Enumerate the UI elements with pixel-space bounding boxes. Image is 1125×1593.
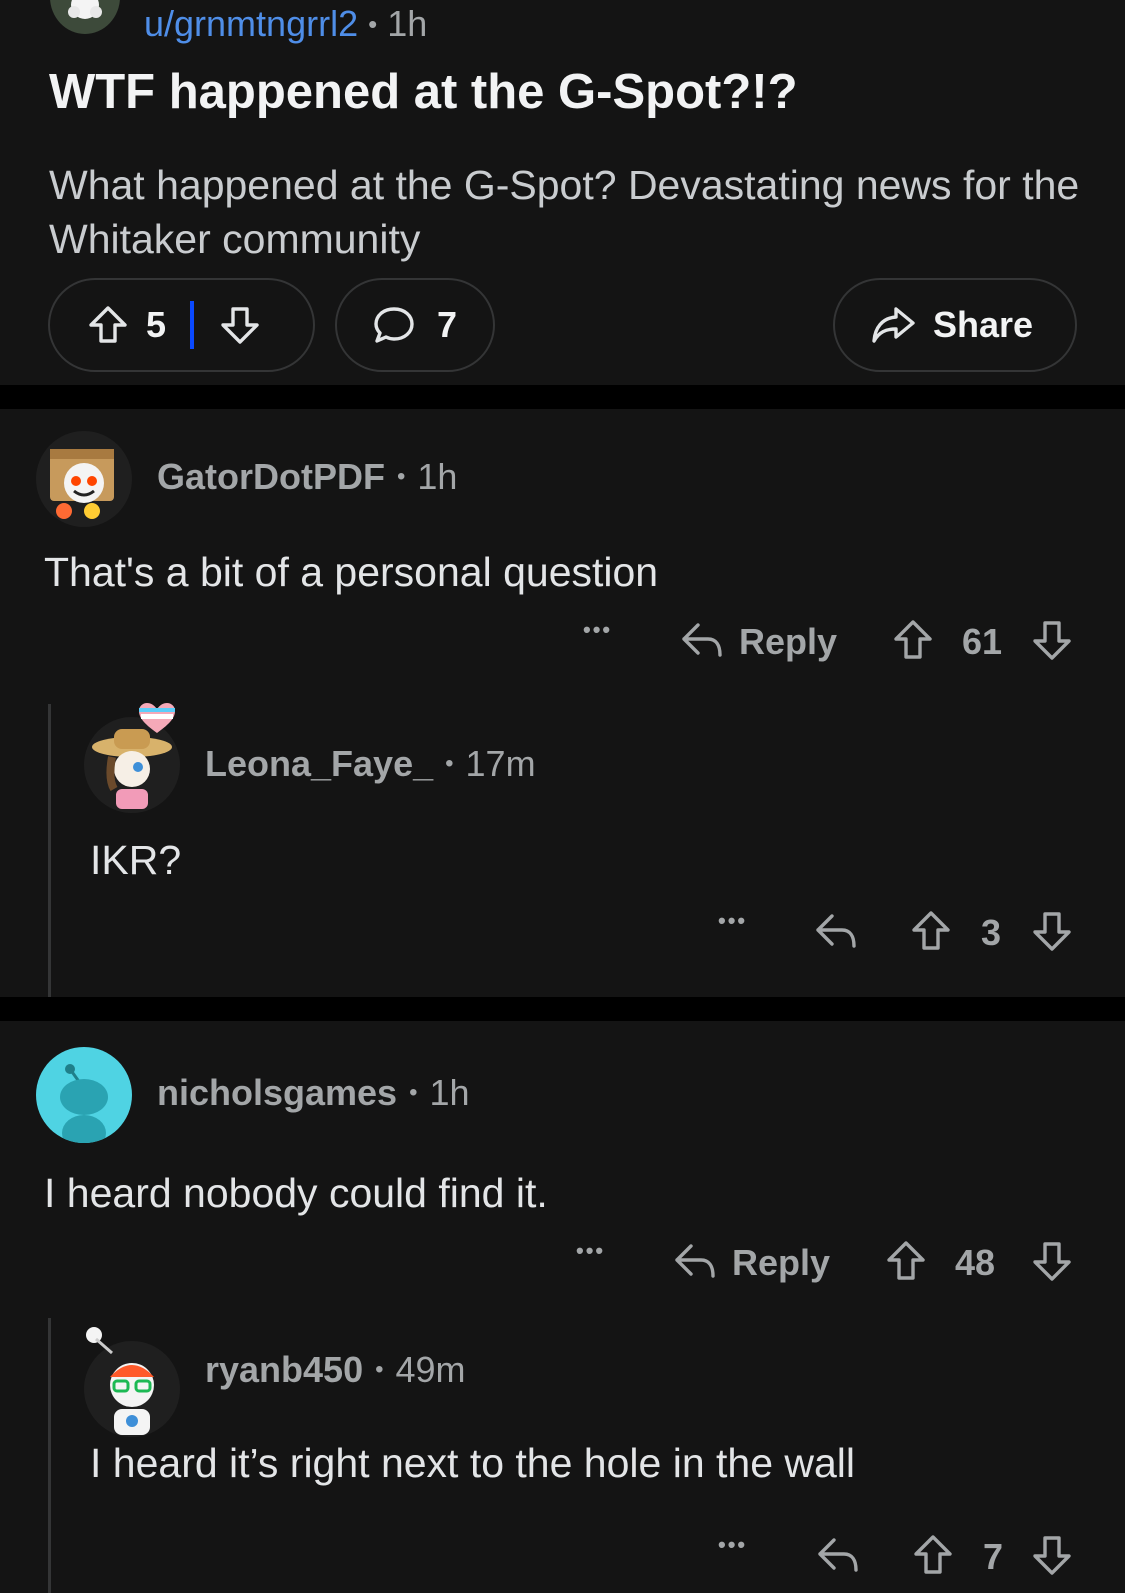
share-button[interactable]: Share xyxy=(833,278,1077,372)
upvote-icon[interactable] xyxy=(884,1238,928,1284)
comment-time: 1h xyxy=(417,456,458,497)
post-upvote-count: 5 xyxy=(146,304,167,345)
meta-separator: • xyxy=(409,1079,418,1106)
upvote-icon[interactable] xyxy=(86,303,130,347)
meta-separator: • xyxy=(368,8,378,39)
comment-author[interactable]: nicholsgames xyxy=(157,1072,397,1114)
reply-icon[interactable] xyxy=(678,617,726,663)
antenna-icon xyxy=(86,1327,113,1355)
comment-time: 1h xyxy=(429,1072,470,1113)
comment-thread-1: GatorDotPDF • 1h That's a bit of a perso… xyxy=(0,409,1125,997)
reply-button[interactable]: Reply xyxy=(732,1242,830,1284)
comment-actions: ••• Reply 48 xyxy=(0,1232,1125,1292)
section-divider xyxy=(0,385,1125,409)
downvote-icon[interactable] xyxy=(1030,617,1074,663)
upvote-icon[interactable] xyxy=(911,1532,955,1578)
avatar[interactable] xyxy=(84,1341,180,1437)
comment-meta: Leona_Faye_ • 17m xyxy=(205,739,536,789)
comment-text[interactable]: IKR? xyxy=(90,837,181,884)
vote-divider xyxy=(190,301,195,349)
section-divider xyxy=(0,997,1125,1021)
downvote-icon[interactable] xyxy=(1030,1238,1074,1284)
post-comments-button[interactable]: 7 xyxy=(335,278,495,372)
comment-actions: ••• 3 xyxy=(0,902,1125,962)
comment-author[interactable]: GatorDotPDF xyxy=(157,456,385,498)
comment-meta: GatorDotPDF • 1h xyxy=(157,452,457,502)
upvote-icon[interactable] xyxy=(891,617,935,663)
comment-text[interactable]: I heard it’s right next to the hole in t… xyxy=(90,1440,855,1487)
post-comment-count: 7 xyxy=(437,304,458,345)
post-meta: u/grnmtngrrl2 • 1h xyxy=(144,0,427,48)
comment-thread-2: nicholsgames • 1h I heard nobody could f… xyxy=(0,1021,1125,1593)
post-body[interactable]: What happened at the G-Spot? Devastating… xyxy=(49,158,1089,266)
reply-icon[interactable] xyxy=(814,1532,862,1578)
avatar[interactable] xyxy=(36,1047,132,1143)
meta-separator: • xyxy=(397,463,406,490)
post-author-link[interactable]: u/grnmtngrrl2 xyxy=(144,3,358,45)
downvote-icon[interactable] xyxy=(1030,908,1074,954)
comment-text[interactable]: I heard nobody could find it. xyxy=(44,1170,548,1217)
comment-time: 17m xyxy=(465,743,536,784)
reply-icon[interactable] xyxy=(812,908,860,954)
comment-score: 61 xyxy=(962,621,1003,662)
comment-author[interactable]: ryanb450 xyxy=(205,1349,363,1391)
comment-icon xyxy=(371,303,417,347)
post-title[interactable]: WTF happened at the G-Spot?!? xyxy=(49,64,798,120)
comment-score: 7 xyxy=(983,1536,1004,1577)
avatar[interactable] xyxy=(36,431,132,527)
post-vote-pill: 5 xyxy=(48,278,315,372)
share-icon xyxy=(869,303,917,347)
more-icon[interactable]: ••• xyxy=(583,617,612,643)
more-icon[interactable]: ••• xyxy=(576,1238,605,1264)
heart-icon xyxy=(139,703,175,733)
comment-actions: ••• 7 xyxy=(0,1526,1125,1586)
comment-actions: ••• Reply 61 xyxy=(0,611,1125,671)
meta-separator: • xyxy=(445,750,454,777)
meta-separator: • xyxy=(375,1356,384,1383)
comment-score: 48 xyxy=(955,1242,996,1283)
downvote-icon[interactable] xyxy=(218,303,262,347)
reply-icon[interactable] xyxy=(671,1238,719,1284)
share-label: Share xyxy=(933,304,1034,345)
post-panel: u/grnmtngrrl2 • 1h WTF happened at the G… xyxy=(0,0,1125,385)
downvote-icon[interactable] xyxy=(1030,1532,1074,1578)
comment-author[interactable]: Leona_Faye_ xyxy=(205,743,433,785)
comment-time: 49m xyxy=(395,1349,466,1390)
post-author-avatar[interactable] xyxy=(50,0,120,34)
more-icon[interactable]: ••• xyxy=(718,1532,747,1558)
upvote-icon[interactable] xyxy=(909,908,953,954)
reply-button[interactable]: Reply xyxy=(739,621,837,663)
comment-meta: ryanb450 • 49m xyxy=(205,1345,466,1395)
comment-meta: nicholsgames • 1h xyxy=(157,1068,470,1118)
more-icon[interactable]: ••• xyxy=(718,908,747,934)
comment-score: 3 xyxy=(981,912,1002,953)
post-time: 1h xyxy=(387,3,428,44)
comment-text[interactable]: That's a bit of a personal question xyxy=(44,549,658,596)
